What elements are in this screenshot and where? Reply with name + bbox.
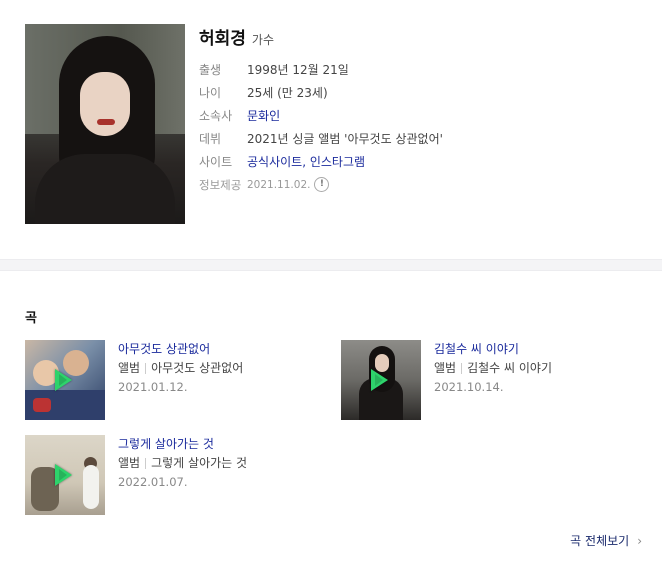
artist-profile: 허회경 가수 출생 1998년 12월 21일 나이 25세 (만 23세) 소… <box>0 0 662 260</box>
chevron-right-icon: › <box>637 533 642 548</box>
song-thumbnail[interactable] <box>25 340 105 420</box>
section-divider <box>0 259 662 271</box>
album-label: 앨범 <box>118 361 141 375</box>
song-info: 김철수 씨 이야기 앨범 김철수 씨 이야기 2021.10.14. <box>434 340 552 420</box>
site-links[interactable]: 공식사이트, 인스타그램 <box>247 153 365 170</box>
songs-section-title: 곡 <box>25 311 37 326</box>
info-label: 출생 <box>199 63 222 77</box>
separator <box>145 458 147 469</box>
info-row-birth: 출생 1998년 12월 21일 <box>199 58 443 81</box>
song-thumbnail[interactable] <box>25 435 105 515</box>
info-label: 소속사 <box>199 109 233 123</box>
album-name: 그렇게 살아가는 것 <box>151 456 248 470</box>
album-name: 아무것도 상관없어 <box>151 361 244 375</box>
view-all-songs-link[interactable]: 곡 전체보기 › <box>570 532 642 549</box>
play-icon[interactable] <box>55 369 72 391</box>
info-alert-icon[interactable]: ! <box>314 177 330 192</box>
source-label: 정보제공 <box>199 177 242 192</box>
song-item[interactable]: 그렇게 살아가는 것 앨범 그렇게 살아가는 것 2022.01.07. <box>25 435 247 515</box>
info-row-debut: 데뷔 2021년 싱글 앨범 '아무것도 상관없어' <box>199 127 443 150</box>
song-album: 앨범 김철수 씨 이야기 <box>434 359 552 378</box>
separator <box>461 363 463 374</box>
song-info: 아무것도 상관없어 앨범 아무것도 상관없어 2021.01.12. <box>118 340 243 420</box>
separator <box>145 363 147 374</box>
song-album: 앨범 아무것도 상관없어 <box>118 359 243 378</box>
info-row-age: 나이 25세 (만 23세) <box>199 81 443 104</box>
info-value: 1998년 12월 21일 <box>247 63 349 77</box>
song-title[interactable]: 김철수 씨 이야기 <box>434 340 552 359</box>
song-album: 앨범 그렇게 살아가는 것 <box>118 454 247 473</box>
album-name: 김철수 씨 이야기 <box>467 361 553 375</box>
artist-photo[interactable] <box>25 24 185 224</box>
artist-info: 출생 1998년 12월 21일 나이 25세 (만 23세) 소속사 문화인 … <box>199 58 443 196</box>
info-value: 2021년 싱글 앨범 '아무것도 상관없어' <box>247 132 443 146</box>
artist-name-row: 허회경 가수 <box>199 24 275 49</box>
album-label: 앨범 <box>434 361 457 375</box>
info-row-source: 정보제공 2021.11.02. ! <box>199 173 443 196</box>
source-value: 2021.11.02. ! <box>247 177 330 192</box>
album-label: 앨범 <box>118 456 141 470</box>
song-date: 2021.10.14. <box>434 380 504 394</box>
play-icon[interactable] <box>371 369 388 391</box>
source-date: 2021.11.02. <box>247 178 311 191</box>
info-label: 사이트 <box>199 155 233 169</box>
info-label: 나이 <box>199 86 222 100</box>
play-icon[interactable] <box>55 464 72 486</box>
artist-role: 가수 <box>251 33 275 47</box>
info-value: 25세 (만 23세) <box>247 86 328 100</box>
song-thumbnail[interactable] <box>341 340 421 420</box>
view-all-label: 곡 전체보기 <box>570 534 630 548</box>
song-item[interactable]: 아무것도 상관없어 앨범 아무것도 상관없어 2021.01.12. <box>25 340 243 420</box>
song-item[interactable]: 김철수 씨 이야기 앨범 김철수 씨 이야기 2021.10.14. <box>341 340 552 420</box>
song-info: 그렇게 살아가는 것 앨범 그렇게 살아가는 것 2022.01.07. <box>118 435 247 515</box>
song-date: 2021.01.12. <box>118 380 188 394</box>
song-title[interactable]: 그렇게 살아가는 것 <box>118 435 247 454</box>
info-row-agency: 소속사 문화인 <box>199 104 443 127</box>
info-label: 데뷔 <box>199 132 222 146</box>
artist-name[interactable]: 허회경 <box>199 24 246 49</box>
song-date: 2022.01.07. <box>118 475 188 489</box>
song-title[interactable]: 아무것도 상관없어 <box>118 340 243 359</box>
info-row-site: 사이트 공식사이트, 인스타그램 <box>199 150 443 173</box>
agency-link[interactable]: 문화인 <box>247 107 280 124</box>
